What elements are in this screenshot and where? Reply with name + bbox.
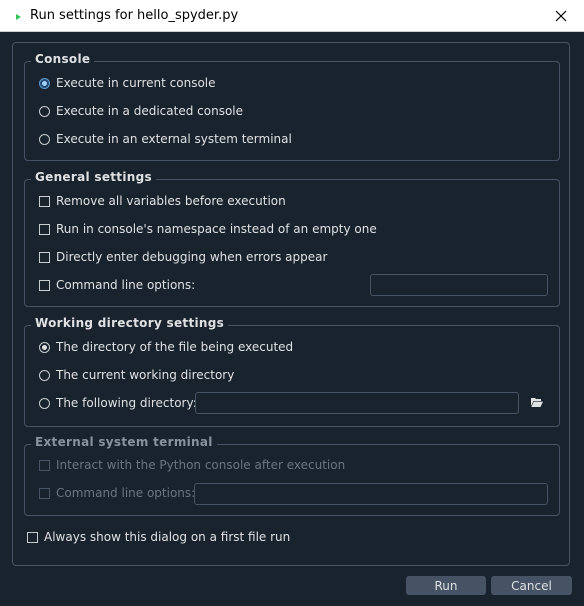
checkbox-interact-python-console[interactable]: Interact with the Python console after e… <box>39 455 345 475</box>
checkbox-always-show-dialog[interactable]: Always show this dialog on a first file … <box>27 527 290 547</box>
checkbox-indicator[interactable] <box>27 531 38 543</box>
radio-current-console[interactable]: Execute in current console <box>39 73 216 93</box>
radio-indicator[interactable] <box>39 105 50 117</box>
checkbox-indicator[interactable] <box>39 279 50 291</box>
radio-label: Execute in a dedicated console <box>56 104 244 118</box>
run-button[interactable]: Run <box>406 576 486 595</box>
checkbox-indicator[interactable] <box>39 195 50 207</box>
checkbox-indicator[interactable] <box>39 223 50 235</box>
working-dir-group-title: Working directory settings <box>31 316 229 330</box>
radio-dedicated-console[interactable]: Execute in a dedicated console <box>39 101 243 121</box>
working-directory-group: Working directory settings The directory… <box>24 316 560 427</box>
checkbox-label: Interact with the Python console after e… <box>56 458 346 472</box>
radio-label: The following directory: <box>56 396 197 410</box>
checkbox-indicator[interactable] <box>39 251 50 263</box>
checkbox-label: Run in console's namespace instead of an… <box>56 222 377 236</box>
radio-current-working-directory[interactable]: The current working directory <box>39 365 234 385</box>
spyder-app-icon <box>16 14 21 20</box>
radio-indicator[interactable] <box>39 341 50 353</box>
radio-indicator[interactable] <box>39 369 50 381</box>
radio-indicator[interactable] <box>39 133 50 145</box>
following-directory-input[interactable] <box>195 392 519 414</box>
checkbox-console-namespace[interactable]: Run in console's namespace instead of an… <box>39 219 377 239</box>
external-group-title: External system terminal <box>31 435 217 449</box>
radio-label: Execute in an external system terminal <box>56 132 292 146</box>
radio-external-terminal[interactable]: Execute in an external system terminal <box>39 129 292 149</box>
close-icon <box>555 10 567 21</box>
window-title: Run settings for hello_spyder.py <box>30 8 239 23</box>
console-group-title: Console <box>31 52 95 66</box>
folder-open-icon <box>531 398 543 407</box>
console-group: Console Execute in current console Execu… <box>24 52 560 161</box>
command-line-options-input[interactable] <box>370 274 548 296</box>
checkbox-external-command-line[interactable]: Command line options: <box>39 483 195 503</box>
radio-label: Execute in current console <box>56 76 216 90</box>
general-settings-group: General settings Remove all variables be… <box>24 170 560 307</box>
checkbox-debug-on-error[interactable]: Directly enter debugging when errors app… <box>39 247 327 267</box>
radio-label: The current working directory <box>56 368 235 382</box>
radio-following-directory[interactable]: The following directory: <box>39 393 197 413</box>
external-command-line-input[interactable] <box>194 483 548 505</box>
checkbox-label: Directly enter debugging when errors app… <box>56 250 328 264</box>
checkbox-label: Always show this dialog on a first file … <box>44 530 291 544</box>
checkbox-label: Command line options: <box>56 278 196 292</box>
close-button[interactable] <box>538 0 584 31</box>
checkbox-indicator[interactable] <box>39 459 50 471</box>
general-group-title: General settings <box>31 170 156 184</box>
window-titlebar: Run settings for hello_spyder.py <box>0 0 584 32</box>
radio-file-directory[interactable]: The directory of the file being executed <box>39 337 293 357</box>
external-terminal-group: External system terminal Interact with t… <box>24 435 560 516</box>
checkbox-remove-variables[interactable]: Remove all variables before execution <box>39 191 286 211</box>
radio-indicator[interactable] <box>39 397 50 409</box>
radio-label: The directory of the file being executed <box>56 340 294 354</box>
checkbox-indicator[interactable] <box>39 487 50 499</box>
radio-indicator[interactable] <box>39 77 50 89</box>
cancel-button[interactable]: Cancel <box>491 576 572 595</box>
checkbox-label: Command line options: <box>56 486 196 500</box>
browse-directory-button[interactable] <box>530 396 544 410</box>
checkbox-label: Remove all variables before execution <box>56 194 286 208</box>
checkbox-command-line-options[interactable]: Command line options: <box>39 275 195 295</box>
